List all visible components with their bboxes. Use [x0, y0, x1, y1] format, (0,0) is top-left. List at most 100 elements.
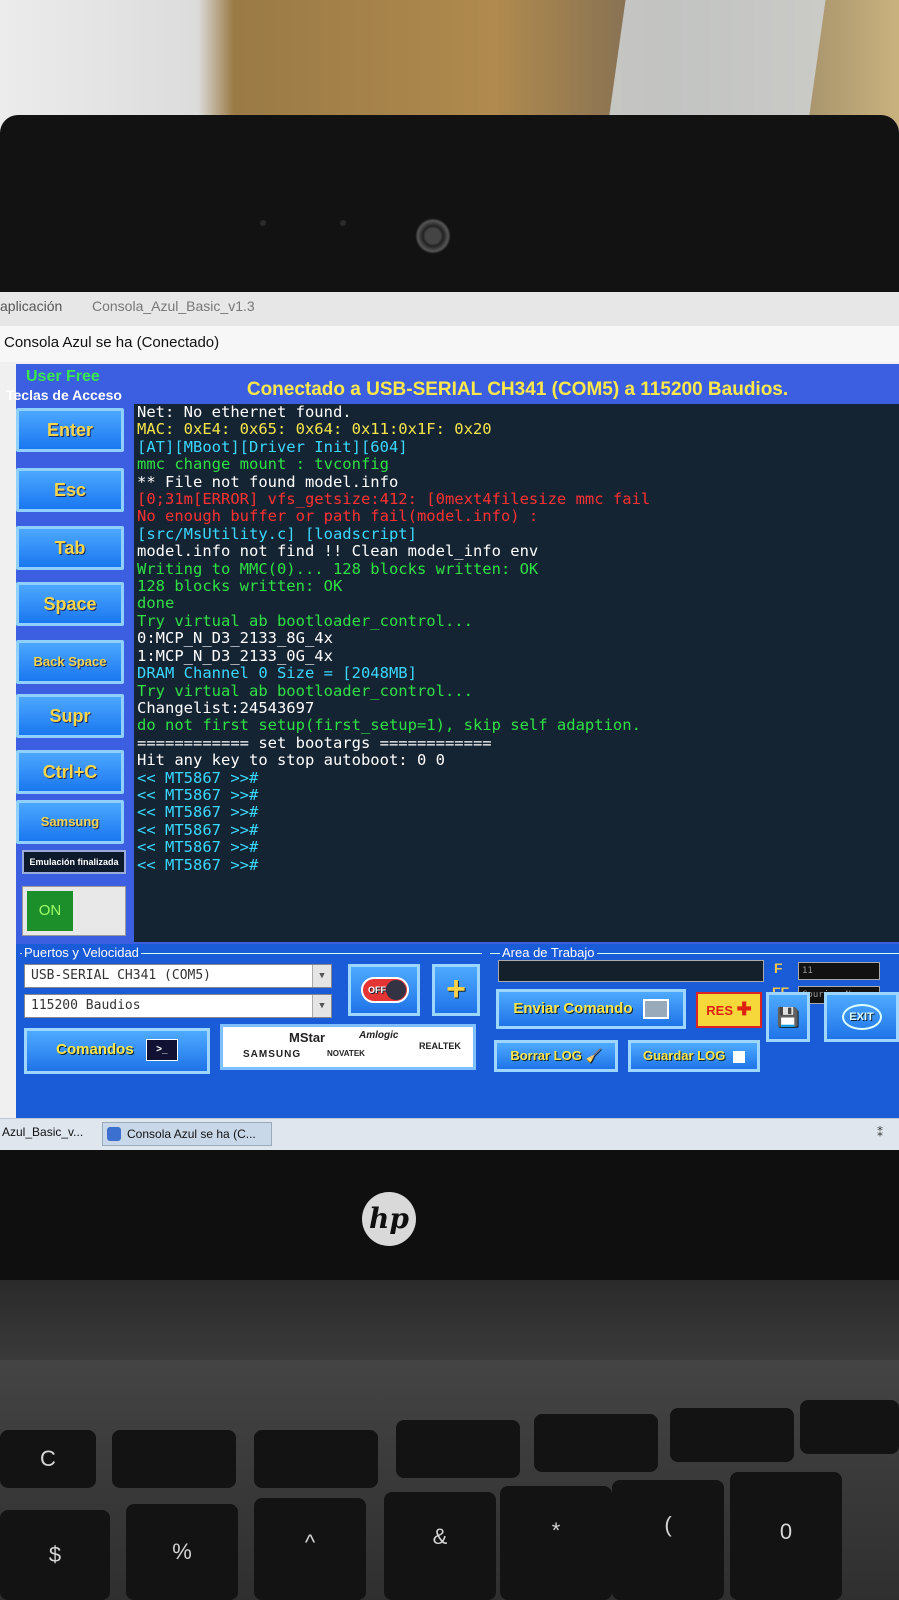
tab-aplicacion[interactable]: aplicación: [0, 298, 62, 314]
keyboard-key: [396, 1420, 520, 1478]
keyboard-key: [800, 1400, 899, 1454]
terminal-line: Writing to MMC(0)... 128 blocks written:…: [137, 559, 539, 578]
exit-button[interactable]: EXIT: [824, 992, 899, 1042]
app-icon: [107, 1127, 121, 1141]
logo-samsung: SAMSUNG: [243, 1049, 302, 1060]
terminal-line: ============ set bootargs ============: [137, 733, 492, 752]
user-free-label: User Free: [26, 368, 100, 385]
space-key-button[interactable]: Space: [16, 582, 124, 626]
enter-key-button[interactable]: Enter: [16, 408, 124, 452]
send-command-label: Enviar Comando: [513, 1000, 633, 1017]
keyboard-key: [112, 1430, 236, 1488]
keyboard-key: [670, 1408, 794, 1462]
terminal-output[interactable]: Net: No ethernet found. MAC: 0xE4: 0x65: …: [134, 404, 899, 942]
mic-dot: [260, 220, 266, 226]
tray-icon[interactable]: ⁑: [877, 1126, 883, 1140]
terminal-line: Hit any key to stop autoboot: 0 0: [137, 751, 445, 770]
terminal-line: [AT][MBoot][Driver Init][604]: [137, 437, 408, 456]
screen: aplicación Consola_Azul_Basic_v1.3 Conso…: [0, 292, 899, 1172]
keyboard-key: [534, 1414, 658, 1472]
terminal-line: Changelist:24543697: [137, 698, 315, 717]
taskbar-item-azul-basic[interactable]: Azul_Basic_v...: [2, 1125, 83, 1139]
toggle-on-label: ON: [27, 891, 73, 931]
work-area-label: Area de Trabajo: [500, 945, 597, 960]
connection-banner: Conectado a USB-SERIAL CH341 (COM5) a 11…: [246, 379, 789, 400]
title-bar: Consola Azul se ha (Conectado): [0, 326, 899, 362]
command-input[interactable]: [498, 960, 764, 982]
taskbar-item-label: Consola Azul se ha (C...: [127, 1127, 256, 1141]
emulation-status: Emulación finalizada: [22, 850, 126, 874]
samsung-key-button[interactable]: Samsung: [16, 800, 124, 844]
baud-select[interactable]: 115200 Baudios ▼: [24, 994, 332, 1018]
font-size-field[interactable]: 11: [798, 962, 880, 980]
chevron-down-icon[interactable]: ▼: [312, 995, 331, 1017]
keyboard-key: ^: [254, 1498, 366, 1600]
terminal-line: << MT5867 >>#: [137, 838, 259, 857]
font-size-icon: F: [774, 960, 783, 976]
exit-label: EXIT: [841, 1004, 882, 1030]
on-toggle[interactable]: ON: [22, 886, 126, 936]
keyboard-key: (: [612, 1480, 724, 1600]
teclas-label: Teclas de Acceso: [6, 387, 122, 403]
terminal-line: << MT5867 >>#: [137, 820, 259, 839]
laptop-bezel-top: [0, 115, 899, 310]
keyboard-key: 0: [730, 1472, 842, 1600]
terminal-line: No enough buffer or path fail(model.info…: [137, 507, 539, 526]
bottom-panel: Puertos y Velocidad USB-SERIAL CH341 (CO…: [16, 944, 899, 1142]
webcam: [415, 218, 451, 254]
taskbar-item-consola[interactable]: Consola Azul se ha (C...: [102, 1122, 272, 1146]
ctrl-c-key-button[interactable]: Ctrl+C: [16, 750, 124, 794]
plus-icon: +: [446, 970, 466, 1008]
port-select-value: USB-SERIAL CH341 (COM5): [31, 968, 212, 983]
save-button[interactable]: 💾: [766, 992, 810, 1042]
terminal-line: << MT5867 >>#: [137, 803, 259, 822]
app-window: User Free Teclas de Acceso Enter Esc Tab…: [6, 364, 899, 1142]
monitor-icon: [642, 999, 669, 1020]
terminal-line: << MT5867 >>#: [137, 855, 259, 874]
terminal-line: MAC: 0xE4: 0x65: 0x64: 0x11:0x1F: 0x20: [137, 420, 492, 439]
clear-log-label: Borrar LOG: [510, 1048, 582, 1063]
keyboard-key: %: [126, 1504, 238, 1600]
tab-consola[interactable]: Consola_Azul_Basic_v1.3: [92, 298, 255, 314]
window-title: Consola Azul se ha (Conectado): [4, 334, 220, 351]
port-select[interactable]: USB-SERIAL CH341 (COM5) ▼: [24, 964, 332, 988]
terminal-line: [src/MsUtility.c] [loadscript]: [137, 524, 417, 543]
floppy-icon: 💾: [776, 1007, 800, 1027]
terminal-line: 128 blocks written: OK: [137, 577, 343, 596]
off-switch-icon: OFF: [361, 977, 409, 1003]
esc-key-button[interactable]: Esc: [16, 468, 124, 512]
add-button[interactable]: +: [432, 964, 480, 1016]
terminal-line: << MT5867 >>#: [137, 768, 259, 787]
terminal-line: << MT5867 >>#: [137, 785, 259, 804]
terminal-line: Net: No ethernet found.: [137, 404, 352, 421]
broom-icon: 🧹: [585, 1048, 602, 1063]
baud-select-value: 115200 Baudios: [31, 998, 141, 1013]
keyboard-key: C: [0, 1430, 96, 1488]
reset-button[interactable]: RES ✚: [696, 992, 762, 1028]
laptop-hinge: [0, 1280, 899, 1360]
ports-group-label: Puertos y Velocidad: [22, 945, 141, 960]
backspace-key-button[interactable]: Back Space: [16, 640, 124, 684]
save-log-icon: [732, 1050, 745, 1063]
keyboard-key: [254, 1430, 378, 1488]
terminal-icon: >_: [145, 1039, 178, 1062]
chip-logos-button[interactable]: MStar Amlogic REALTEK SAMSUNG NOVATEK: [220, 1024, 476, 1070]
chevron-down-icon[interactable]: ▼: [312, 965, 331, 987]
terminal-line: 1:MCP_N_D3_2133_0G_4x: [137, 646, 333, 665]
terminal-line: model.info not find !! Clean model_info …: [137, 542, 539, 561]
connection-off-button[interactable]: OFF: [348, 964, 420, 1016]
mic-dot: [340, 220, 346, 226]
keyboard-key: &: [384, 1492, 496, 1600]
save-log-button[interactable]: Guardar LOG: [628, 1040, 760, 1072]
logo-amlogic: Amlogic: [359, 1030, 399, 1041]
clear-log-button[interactable]: Borrar LOG 🧹: [494, 1040, 618, 1072]
reset-label: RES: [706, 1003, 733, 1018]
comandos-button[interactable]: Comandos >_: [24, 1028, 210, 1074]
terminal-line: do not first setup(first_setup=1), skip …: [137, 716, 641, 735]
keyboard-deck: C $ % ^ & * ( 0: [0, 1360, 899, 1600]
terminal-line: Try virtual ab bootloader_control...: [137, 611, 473, 630]
send-command-button[interactable]: Enviar Comando: [496, 989, 686, 1029]
tab-key-button[interactable]: Tab: [16, 526, 124, 570]
supr-key-button[interactable]: Supr: [16, 694, 124, 738]
logo-novatek: NOVATEK: [327, 1049, 365, 1058]
